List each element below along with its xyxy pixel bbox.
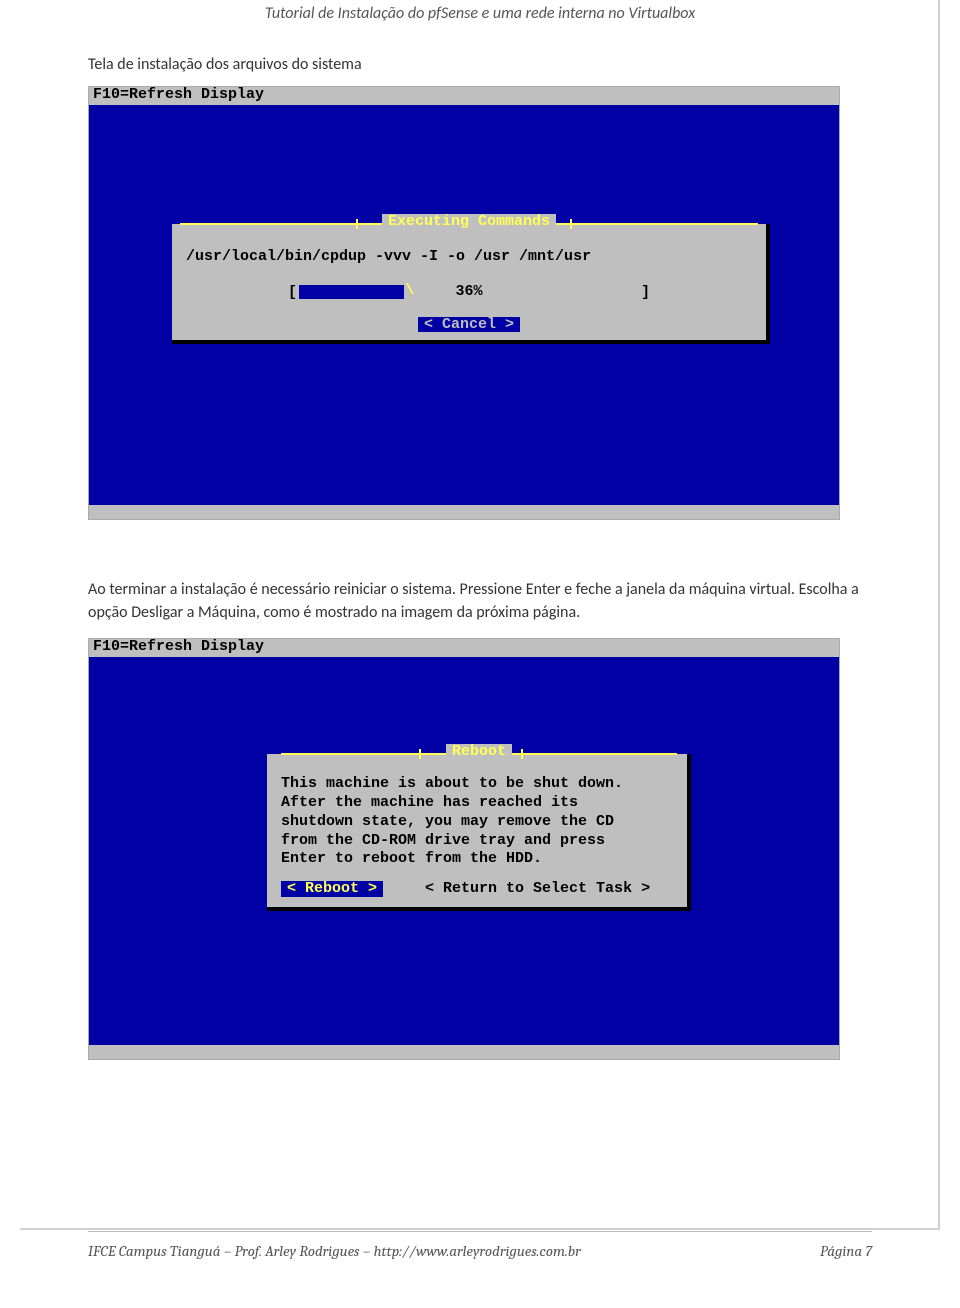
console1-topbar: F10=Refresh Display [89,87,839,105]
console2-bottombar [89,1045,839,1059]
dlg1-title: Executing Commands [382,214,556,230]
dlg1-progress: [ \ 36% ] [180,285,758,301]
dlg1-command: /usr/local/bin/cpdup -vvv -I -o /usr /mn… [180,249,758,265]
reboot-button[interactable]: < Reboot > [281,881,383,897]
dlg2-title: Reboot [446,744,512,760]
footer-right: Página 7 [820,1242,872,1260]
dlg2-message: This machine is about to be shut down. A… [281,775,677,869]
page-footer: IFCE Campus Tianguá – Prof. Arley Rodrig… [88,1231,872,1260]
console2-topbar: F10=Refresh Display [89,639,839,657]
screenshot-reboot: F10=Refresh Display Reboot This machine … [88,638,840,1060]
dlg1-percent: 36% [455,284,482,300]
footer-left: IFCE Campus Tianguá – Prof. Arley Rodrig… [88,1242,581,1260]
spinner-icon: \ [405,283,414,299]
console2-body: Reboot This machine is about to be shut … [89,657,839,1045]
dialog-reboot: Reboot This machine is about to be shut … [267,754,691,911]
console1-bottombar [89,505,839,519]
screenshot-executing-commands: F10=Refresh Display Executing Commands /… [88,86,840,520]
caption-1: Tela de instalação dos arquivos do siste… [88,55,872,74]
console1-body: Executing Commands /usr/local/bin/cpdup … [89,105,839,505]
return-button[interactable]: < Return to Select Task > [419,881,656,897]
cancel-button[interactable]: < Cancel > [418,317,520,333]
body-paragraph: Ao terminar a instalação é necessário re… [88,578,872,624]
page-header: Tutorial de Instalação do pfSense e uma … [88,0,872,43]
dialog-executing-commands: Executing Commands /usr/local/bin/cpdup … [172,224,770,344]
